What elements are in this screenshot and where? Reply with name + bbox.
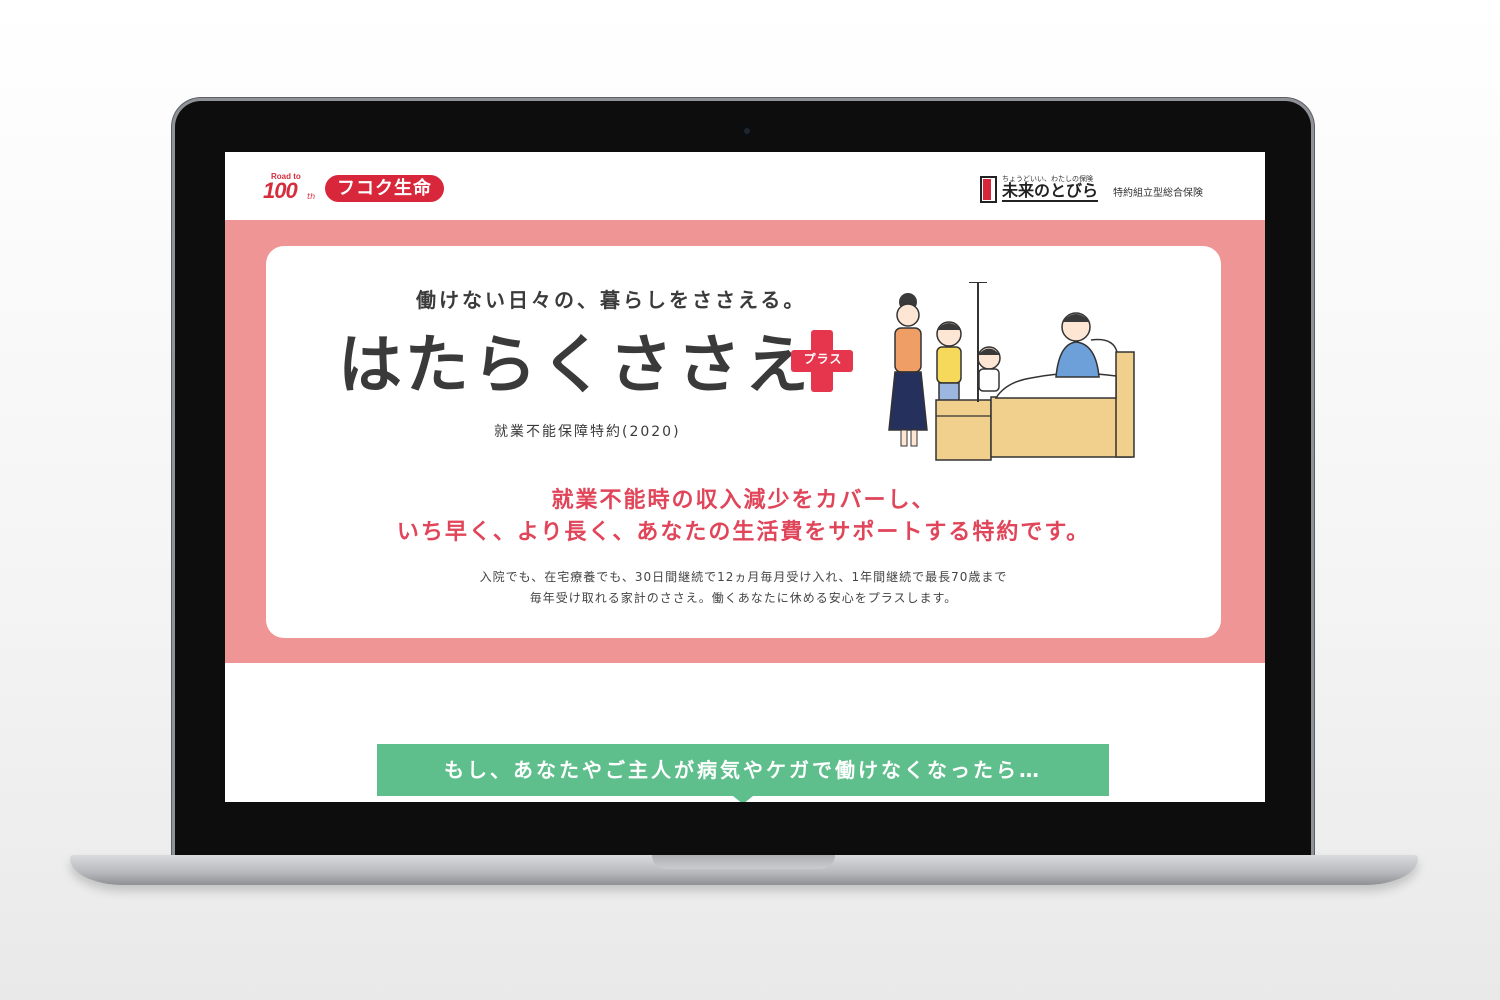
question-banner: もし、あなたやご主人が病気やケガで働けなくなったら… [377,744,1109,796]
product-brand-title: はたらくささえ [338,329,813,403]
webcam-icon [741,125,753,137]
door-icon [980,176,997,203]
banner-pointer [733,796,753,802]
company-logo[interactable]: フコク生命 [325,175,444,202]
catch-line-1: 就業不能時の収入減少をカバーし、 [551,488,936,513]
road-to-100-logo: Road to 100 th [263,172,316,203]
catch-line-2: いち早く、より長く、あなたの生活費をサポートする特約です。 [396,520,1091,545]
mirai-logo[interactable]: 未来のとびら [1002,182,1099,202]
site-header: Road to 100 th フコク生命 ちょうどいい、わたしの保険 未来のとび… [225,152,1265,220]
description-line-2: 毎年受け取れる家計のささえ。働くあなたに休める安心をプラスします。 [529,591,958,605]
description-line-1: 入院でも、在宅療養でも、30日間継続で12ヵ月毎月受け入れ、1年間継続で最長70… [479,570,1008,584]
plus-label: プラス [803,352,843,366]
laptop-screen: Road to 100 th フコク生命 ちょうどいい、わたしの保険 未来のとび… [225,152,1265,802]
product-subtitle: 就業不能保障特約(2020) [494,424,681,440]
hero-tagline: 働けない日々の、暮らしをささえる。 [416,288,807,312]
mirai-subtitle: 特約組立型総合保険 [1113,188,1203,199]
hero-section: 働けない日々の、暮らしをささえる。 はたらくささえ プラス 就業不能保障特約(2… [225,220,1265,663]
laptop-notch [652,855,835,869]
family-hospital-illustration [888,282,1135,461]
hero-card: 働けない日々の、暮らしをささえる。 はたらくささえ プラス 就業不能保障特約(2… [266,246,1221,638]
